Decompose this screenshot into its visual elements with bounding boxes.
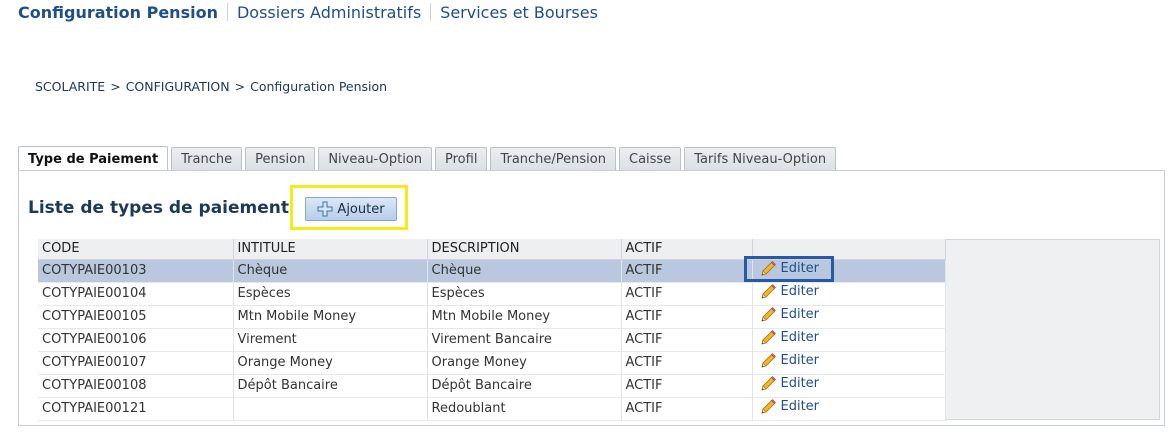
tab-tarifs-niveau-option[interactable]: Tarifs Niveau-Option — [684, 147, 837, 171]
cell-code: COTYPAIE00121 — [38, 397, 234, 421]
cell-intitule: Chèque — [233, 259, 428, 283]
tab-tranche-pension[interactable]: Tranche/Pension — [490, 147, 616, 171]
cell-description: Mtn Mobile Money — [427, 305, 622, 329]
page-title: Liste de types de paiement — [28, 198, 290, 218]
nav-services-et-bourses[interactable]: Services et Bourses — [440, 3, 598, 22]
edit-button-label: Editer — [780, 284, 820, 299]
cell-code: COTYPAIE00104 — [38, 282, 234, 306]
cell-code: COTYPAIE00103 — [38, 259, 234, 283]
tab-type-de-paiement[interactable]: Type de Paiement — [18, 146, 169, 172]
cell-actions: Editer — [752, 397, 946, 421]
top-navigation: Configuration Pension Dossiers Administr… — [18, 0, 598, 24]
column-header-description[interactable]: DESCRIPTION — [427, 239, 622, 260]
cell-intitule: Orange Money — [233, 351, 428, 375]
pencil-icon — [759, 329, 777, 347]
breadcrumb-separator: > — [234, 79, 246, 94]
pencil-icon — [759, 260, 777, 278]
tab-profil[interactable]: Profil — [435, 147, 488, 171]
edit-button-label: Editer — [780, 307, 820, 322]
nav-separator — [430, 3, 432, 21]
edit-button[interactable]: Editer — [757, 398, 820, 416]
cell-actif: ACTIF — [621, 259, 753, 283]
cell-intitule: Dépôt Bancaire — [233, 374, 428, 398]
tab-tranche[interactable]: Tranche — [171, 147, 243, 171]
column-header-actions — [752, 239, 946, 260]
cell-description: Virement Bancaire — [427, 328, 622, 352]
cell-description: Dépôt Bancaire — [427, 374, 622, 398]
tab-niveau-option[interactable]: Niveau-Option — [318, 147, 433, 171]
breadcrumb: SCOLARITE > CONFIGURATION > Configuratio… — [35, 79, 387, 94]
edit-button-label: Editer — [780, 353, 820, 368]
add-button-label: Ajouter — [337, 201, 385, 217]
nav-dossiers-administratifs[interactable]: Dossiers Administratifs — [237, 3, 421, 22]
edit-button[interactable]: Editer — [757, 283, 820, 301]
cell-actif: ACTIF — [621, 351, 753, 375]
edit-button[interactable]: Editer — [757, 375, 820, 393]
cell-description: Espèces — [427, 282, 622, 306]
pencil-icon — [759, 398, 777, 416]
breadcrumb-separator: > — [110, 79, 121, 94]
table-row[interactable]: COTYPAIE00105 Mtn Mobile Money Mtn Mobile … — [38, 305, 946, 329]
column-header-actif[interactable]: ACTIF — [621, 239, 753, 260]
cell-description: Orange Money — [427, 351, 622, 375]
cell-intitule: Espèces — [233, 282, 428, 306]
breadcrumb-configuration[interactable]: CONFIGURATION — [126, 79, 230, 94]
edit-button-label: Editer — [780, 261, 820, 276]
tab-pension[interactable]: Pension — [245, 147, 316, 171]
plus-icon — [317, 201, 333, 217]
cell-actions: Editer — [752, 351, 946, 375]
edit-button[interactable]: Editer — [757, 329, 820, 347]
cell-code: COTYPAIE00106 — [38, 328, 234, 352]
edit-button[interactable]: Editer — [757, 260, 820, 278]
pencil-icon — [759, 352, 777, 370]
cell-actif: ACTIF — [621, 305, 753, 329]
edit-button-label: Editer — [780, 376, 820, 391]
cell-code: COTYPAIE00105 — [38, 305, 234, 329]
table-row[interactable]: COTYPAIE00106 Virement Virement Bancaire AC… — [38, 328, 946, 352]
pencil-icon — [759, 375, 777, 393]
edit-button-label: Editer — [780, 330, 820, 345]
cell-actif: ACTIF — [621, 282, 753, 306]
cell-code: COTYPAIE00107 — [38, 351, 234, 375]
table-row[interactable]: COTYPAIE00107 Orange Money Orange Money ACT… — [38, 351, 946, 375]
cell-actions: Editer — [752, 328, 946, 352]
tab-bar: Type de Paiement Tranche Pension Niveau-… — [18, 145, 839, 172]
table-row[interactable]: COTYPAIE00104 Espèces Espèces ACTIF Editer — [38, 282, 946, 306]
cell-actif: ACTIF — [621, 328, 753, 352]
cell-actif: ACTIF — [621, 374, 753, 398]
cell-actions: Editer — [752, 282, 946, 306]
table-row[interactable]: COTYPAIE00103 Chèque Chèque ACTIF Editer — [38, 259, 946, 283]
tab-caisse[interactable]: Caisse — [619, 147, 682, 171]
pencil-icon — [759, 283, 777, 301]
cell-actions: Editer — [752, 374, 946, 398]
payment-types-table: CODE INTITULE DESCRIPTION ACTIF COTYPAIE… — [38, 239, 946, 421]
nav-configuration-pension[interactable]: Configuration Pension — [18, 3, 218, 22]
nav-separator — [226, 3, 228, 21]
table-row[interactable]: COTYPAIE00108 Dépôt Bancaire Dépôt Bancair… — [38, 374, 946, 398]
cell-description: Chèque — [427, 259, 622, 283]
table-header-row: CODE INTITULE DESCRIPTION ACTIF — [38, 239, 946, 260]
breadcrumb-scolarite[interactable]: SCOLARITE — [35, 79, 105, 94]
column-header-intitule[interactable]: INTITULE — [233, 239, 428, 260]
cell-description: Redoublant — [427, 397, 622, 421]
pencil-icon — [759, 306, 777, 324]
breadcrumb-current: Configuration Pension — [250, 79, 388, 94]
add-button[interactable]: Ajouter — [305, 197, 397, 221]
cell-actions: Editer — [752, 305, 946, 329]
edit-button[interactable]: Editer — [757, 352, 820, 370]
cell-actions: Editer — [752, 259, 946, 283]
cell-actif: ACTIF — [621, 397, 753, 421]
edit-button[interactable]: Editer — [757, 306, 820, 324]
cell-code: COTYPAIE00108 — [38, 374, 234, 398]
cell-intitule — [233, 397, 428, 421]
cell-intitule: Virement — [233, 328, 428, 352]
cell-intitule: Mtn Mobile Money — [233, 305, 428, 329]
column-header-code[interactable]: CODE — [38, 239, 234, 260]
edit-button-label: Editer — [780, 399, 820, 414]
table-row[interactable]: COTYPAIE00121 Redoublant ACTIF Editer — [38, 397, 946, 421]
